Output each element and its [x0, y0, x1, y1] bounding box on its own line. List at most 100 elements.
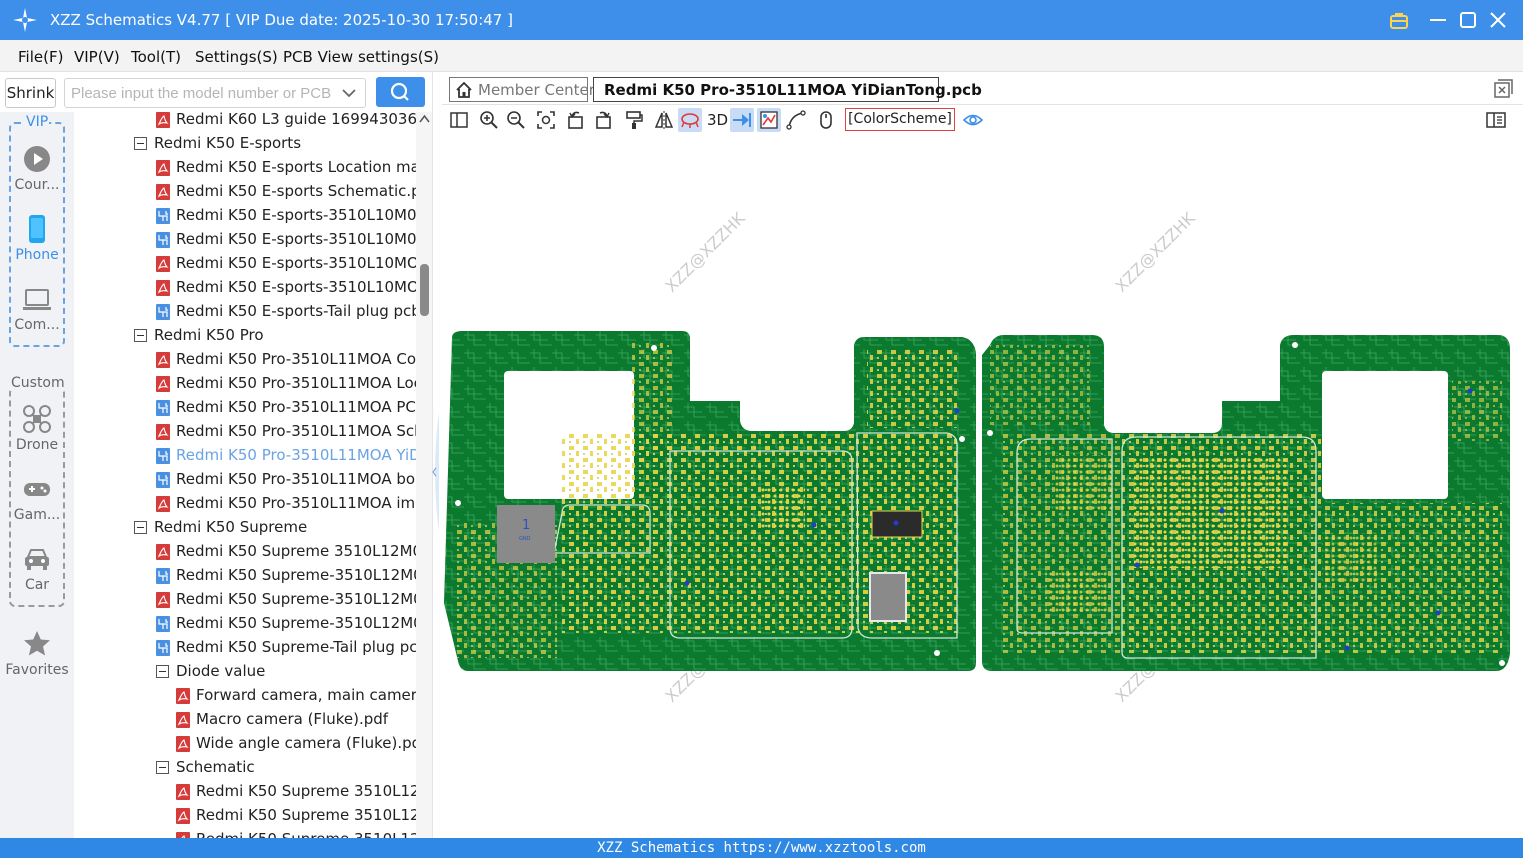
menu-vip[interactable]: VIP(V) [74, 48, 120, 66]
pcb-file-icon [156, 616, 170, 632]
tree-file[interactable]: Redmi K50 Supreme 3510L12M0 [74, 828, 416, 838]
scrollbar-thumb[interactable] [420, 264, 429, 316]
chevron-down-icon[interactable] [341, 84, 357, 102]
tree-file[interactable]: Redmi K50 E-sports-3510L10MOA- [74, 276, 416, 300]
tab-member-center[interactable]: Member Center [449, 77, 595, 102]
visibility-button[interactable] [961, 108, 985, 132]
zoom-out-button[interactable] [504, 108, 528, 132]
tree-file[interactable]: Redmi K50 Supreme 3510L12M0A [74, 540, 416, 564]
tree-file[interactable]: Macro camera (Fluke).pdf [74, 708, 416, 732]
tree-file[interactable]: Redmi K50 E-sports-3510L10MOA- [74, 252, 416, 276]
tree-item-label: Redmi K50 Pro-3510L11MOA Loca [176, 374, 416, 392]
tree-file[interactable]: Redmi K50 E-sports Schematic.pdf [74, 180, 416, 204]
mouse-mode-button[interactable] [814, 108, 838, 132]
nav-drone[interactable]: Drone [0, 402, 74, 464]
tree-file[interactable]: Redmi K50 Pro-3510L11MOA Loca [74, 372, 416, 396]
toggle-panel-button[interactable] [447, 108, 471, 132]
menu-file[interactable]: File(F) [18, 48, 63, 66]
tree-file[interactable]: Redmi K50 Supreme-3510L12M0A [74, 564, 416, 588]
tree-file[interactable]: Redmi K50 Pro-3510L11MOA YiDia [74, 444, 416, 468]
chip-label: 1 [522, 518, 530, 533]
mirror-button[interactable] [652, 108, 676, 132]
tree-file[interactable]: Redmi K50 Supreme-Tail plug pcb [74, 636, 416, 660]
menu-pcb-view-settings[interactable]: PCB View settings(S) [283, 48, 439, 66]
tree-file[interactable]: Redmi K50 Supreme 3510L12M0 [74, 804, 416, 828]
menu-tool[interactable]: Tool(T) [131, 48, 181, 66]
nav-phone[interactable]: Phone [0, 212, 74, 274]
tree-file[interactable]: Forward camera, main camera ( [74, 684, 416, 708]
pcb-canvas[interactable]: XZZ@XZZHK XZZ@XZZHK XZZ@XZZHK XZZ@XZZHK … [442, 133, 1523, 838]
rotate-left-button[interactable] [564, 108, 588, 132]
tree-file[interactable]: Redmi K50 E-sports-3510L10M0A b [74, 228, 416, 252]
collapse-toggle-icon[interactable] [156, 665, 169, 678]
collapse-toggle-icon[interactable] [134, 329, 147, 342]
tree-item-label: Redmi K50 Supreme 3510L12M0 [196, 830, 416, 838]
pcb-board-view[interactable]: XZZ@XZZHK XZZ@XZZHK XZZ@XZZHK XZZ@XZZHK … [442, 133, 1523, 838]
search-input[interactable] [71, 83, 333, 103]
tree-folder[interactable]: Schematic [74, 756, 416, 780]
search-icon [390, 82, 409, 101]
status-bar: XZZ Schematics https://www.xzztools.com [0, 838, 1523, 858]
layer-toggle-button[interactable] [678, 108, 702, 132]
fit-view-button[interactable] [534, 108, 558, 132]
shrink-button[interactable]: Shrink [5, 78, 56, 108]
collapse-arrow-icon[interactable] [429, 412, 439, 532]
scroll-up-icon[interactable] [419, 114, 430, 124]
paint-brush-button[interactable] [622, 108, 646, 132]
collapse-toggle-icon[interactable] [156, 761, 169, 774]
tree-item-label: Redmi K50 Pro-3510L11MOA Sche [176, 422, 416, 440]
collapse-toggle-icon[interactable] [134, 521, 147, 534]
maximize-button[interactable] [1457, 9, 1479, 31]
side-panel-button[interactable] [1484, 108, 1508, 132]
close-tabs-icon[interactable] [1493, 79, 1513, 99]
app-logo-icon [13, 8, 37, 32]
tree-file[interactable]: Redmi K50 E-sports-3510L10M0A P [74, 204, 416, 228]
close-button[interactable] [1487, 9, 1509, 31]
rotate-right-button[interactable] [591, 108, 615, 132]
pdf-file-icon [156, 112, 170, 128]
tree-folder[interactable]: Redmi K50 Pro [74, 324, 416, 348]
tree-file[interactable]: Wide angle camera (Fluke).pdf [74, 732, 416, 756]
split-view-icon [450, 112, 468, 128]
menu-settings[interactable]: Settings(S) [195, 48, 278, 66]
nav-games[interactable]: Gam... [0, 472, 74, 534]
tree-file[interactable]: Redmi K50 Pro-3510L11MOA boar [74, 468, 416, 492]
tree-folder[interactable]: Redmi K50 Supreme [74, 516, 416, 540]
tree-file[interactable]: Redmi K50 Supreme-3510L12M0A [74, 588, 416, 612]
trace-tool-button[interactable] [784, 108, 808, 132]
zoom-out-icon [507, 111, 525, 129]
zoom-in-button[interactable] [477, 108, 501, 132]
nav-favorites[interactable]: Favorites [0, 627, 74, 689]
tree-file[interactable]: Redmi K50 Supreme 3510L12M0 [74, 780, 416, 804]
nav-car[interactable]: Car [0, 542, 74, 604]
search-combobox[interactable] [64, 78, 366, 108]
search-button[interactable] [376, 77, 425, 107]
nav-car-label: Car [24, 577, 50, 593]
tree-file[interactable]: Redmi K50 Pro-3510L11MOA Com [74, 348, 416, 372]
minimize-button[interactable] [1427, 9, 1449, 31]
tab-pcb-file[interactable]: Redmi K50 Pro-3510L11MOA YiDianTong.pcb [593, 77, 982, 102]
tree-file[interactable]: Redmi K50 Supreme-3510L12M0A [74, 612, 416, 636]
rotate-right-icon [596, 111, 611, 129]
tree-file[interactable]: Redmi K50 Pro-3510L11MOA PCB [74, 396, 416, 420]
tree-item-label: Redmi K50 Supreme 3510L12M0 [196, 782, 416, 800]
tree-file[interactable]: Redmi K50 Pro-3510L11MOA imag [74, 492, 416, 516]
nav-computer-label: Com... [14, 317, 60, 333]
collapse-toggle-icon[interactable] [134, 137, 147, 150]
tree-file[interactable]: Redmi K50 Pro-3510L11MOA Sche [74, 420, 416, 444]
tree-file[interactable]: Redmi K60 L3 guide 169943036 [74, 112, 416, 132]
tree-folder[interactable]: Diode value [74, 660, 416, 684]
zoom-in-icon [480, 111, 498, 129]
nav-computer[interactable]: Com... [0, 282, 74, 344]
panel-splitter[interactable] [432, 72, 442, 838]
tree-folder[interactable]: Redmi K50 E-sports [74, 132, 416, 156]
phone-icon [29, 215, 45, 243]
view-3d-button[interactable]: 3D [707, 111, 728, 129]
color-scheme-button[interactable]: [ColorScheme] [845, 108, 955, 131]
tree-file[interactable]: Redmi K50 E-sports Location map.p [74, 156, 416, 180]
vip-bag-icon[interactable] [1388, 9, 1410, 31]
flip-board-button[interactable] [730, 108, 754, 132]
tree-file[interactable]: Redmi K50 E-sports-Tail plug pcb b [74, 300, 416, 324]
net-highlight-button[interactable] [757, 108, 781, 132]
nav-courses[interactable]: Cour... [0, 142, 74, 204]
